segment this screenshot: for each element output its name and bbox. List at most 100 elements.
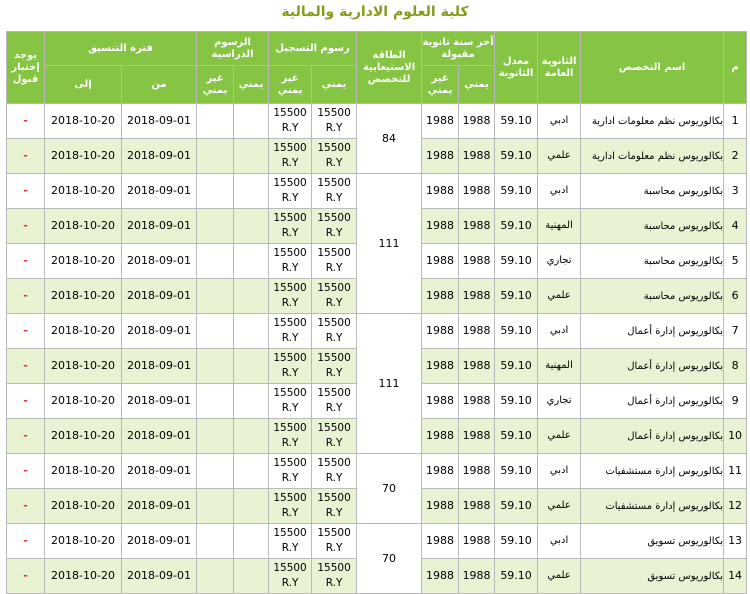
header-capacity: الطاقة الاستيعابية للتخصص [356, 31, 423, 104]
study-fee-non-yemeni [196, 418, 235, 454]
reg-fee-non-yemeni: 15500 R.Y [268, 558, 313, 594]
last-year-non-yemeni: 1988 [421, 418, 460, 454]
exam-indicator: - [6, 243, 45, 279]
last-year-yemeni: 1988 [458, 348, 496, 384]
date-from: 2018-09-01 [121, 103, 198, 139]
last-year-non-yemeni: 1988 [421, 523, 460, 559]
study-fee-non-yemeni [196, 348, 235, 384]
study-fee-non-yemeni [196, 138, 235, 174]
reg-fee-non-yemeni: 15500 R.Y [268, 418, 313, 454]
study-fee-yemeni [233, 453, 270, 489]
subheader-to: إلى [43, 65, 123, 104]
header-track: الثانوية العامة [537, 31, 582, 104]
date-from: 2018-09-01 [121, 278, 198, 314]
date-to: 2018-10-20 [43, 103, 123, 139]
track-type: علمي [537, 558, 582, 594]
major-name: بكالوريوس نظم معلومات ادارية [580, 103, 725, 139]
capacity-cell: 70 [356, 453, 423, 524]
date-to: 2018-10-20 [43, 243, 123, 279]
major-name: بكالوريوس تسويق [580, 523, 725, 559]
last-year-yemeni: 1988 [458, 103, 496, 139]
min-average: 59.10 [494, 523, 539, 559]
major-name: بكالوريوس محاسبة [580, 173, 725, 209]
header-exam: يوجد إختبار قبول [6, 31, 45, 104]
row-number: 3 [723, 173, 748, 209]
reg-fee-yemeni: 15500 R.Y [311, 243, 358, 279]
major-name: بكالوريوس إدارة أعمال [580, 418, 725, 454]
exam-indicator: - [6, 313, 45, 349]
capacity-cell: 111 [356, 173, 423, 314]
exam-indicator: - [6, 278, 45, 314]
exam-indicator: - [6, 383, 45, 419]
subheader-reg-non-yemeni: غير يمني [268, 65, 313, 104]
header-major: اسم التخصص [580, 31, 725, 104]
subheader-study-yemeni: يمني [233, 65, 270, 104]
date-to: 2018-10-20 [43, 418, 123, 454]
reg-fee-non-yemeni: 15500 R.Y [268, 278, 313, 314]
study-fee-non-yemeni [196, 173, 235, 209]
study-fee-non-yemeni [196, 208, 235, 244]
major-name: بكالوريوس إدارة أعمال [580, 313, 725, 349]
study-fee-yemeni [233, 173, 270, 209]
header-reg-fees: رسوم التسجيل [268, 31, 358, 66]
reg-fee-yemeni: 15500 R.Y [311, 278, 358, 314]
track-type: ادبي [537, 453, 582, 489]
header-avg: معدل الثانوية [494, 31, 539, 104]
study-fee-non-yemeni [196, 103, 235, 139]
reg-fee-non-yemeni: 15500 R.Y [268, 453, 313, 489]
reg-fee-yemeni: 15500 R.Y [311, 103, 358, 139]
capacity-cell: 70 [356, 523, 423, 594]
subheader-year-non-yemeni: غير يمني [421, 65, 460, 104]
track-type: علمي [537, 488, 582, 524]
date-from: 2018-09-01 [121, 558, 198, 594]
last-year-yemeni: 1988 [458, 138, 496, 174]
study-fee-yemeni [233, 418, 270, 454]
row-number: 8 [723, 348, 748, 384]
table-row: 1 بكالوريوس نظم معلومات ادارية ادبي 59.10 19… [6, 103, 748, 174]
major-name: بكالوريوس إدارة مستشفيات [580, 488, 725, 524]
min-average: 59.10 [494, 418, 539, 454]
last-year-yemeni: 1988 [458, 383, 496, 419]
reg-fee-yemeni: 15500 R.Y [311, 488, 358, 524]
study-fee-non-yemeni [196, 313, 235, 349]
reg-fee-non-yemeni: 15500 R.Y [268, 313, 313, 349]
date-to: 2018-10-20 [43, 278, 123, 314]
majors-table-body: 1 بكالوريوس نظم معلومات ادارية ادبي 59.10 19… [6, 103, 748, 594]
last-year-non-yemeni: 1988 [421, 383, 460, 419]
header-num: م [723, 31, 748, 104]
major-name: بكالوريوس إدارة أعمال [580, 348, 725, 384]
row-number: 14 [723, 558, 748, 594]
row-number: 1 [723, 103, 748, 139]
reg-fee-non-yemeni: 15500 R.Y [268, 173, 313, 209]
track-type: ادبي [537, 313, 582, 349]
last-year-non-yemeni: 1988 [421, 558, 460, 594]
row-number: 6 [723, 278, 748, 314]
track-type: ادبي [537, 173, 582, 209]
exam-indicator: - [6, 418, 45, 454]
reg-fee-yemeni: 15500 R.Y [311, 418, 358, 454]
reg-fee-non-yemeni: 15500 R.Y [268, 103, 313, 139]
study-fee-yemeni [233, 383, 270, 419]
study-fee-yemeni [233, 488, 270, 524]
last-year-non-yemeni: 1988 [421, 243, 460, 279]
study-fee-yemeni [233, 243, 270, 279]
track-type: ادبي [537, 103, 582, 139]
capacity-cell: 111 [356, 313, 423, 454]
min-average: 59.10 [494, 453, 539, 489]
last-year-non-yemeni: 1988 [421, 278, 460, 314]
min-average: 59.10 [494, 208, 539, 244]
min-average: 59.10 [494, 488, 539, 524]
track-type: علمي [537, 138, 582, 174]
track-type: تجاري [537, 243, 582, 279]
date-to: 2018-10-20 [43, 523, 123, 559]
min-average: 59.10 [494, 558, 539, 594]
row-number: 10 [723, 418, 748, 454]
study-fee-non-yemeni [196, 453, 235, 489]
min-average: 59.10 [494, 243, 539, 279]
last-year-non-yemeni: 1988 [421, 348, 460, 384]
last-year-non-yemeni: 1988 [421, 103, 460, 139]
study-fee-non-yemeni [196, 488, 235, 524]
study-fee-yemeni [233, 278, 270, 314]
last-year-yemeni: 1988 [458, 173, 496, 209]
min-average: 59.10 [494, 103, 539, 139]
